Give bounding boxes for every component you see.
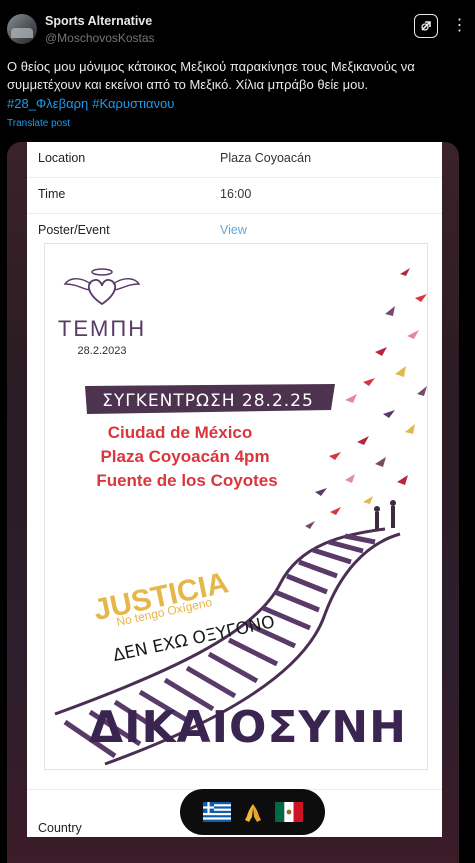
hashtag-link[interactable]: #Καρυστιανου bbox=[92, 96, 174, 111]
form-row-time: Time 16:00 bbox=[27, 178, 442, 214]
row-label: Time bbox=[38, 187, 66, 201]
author-display-name[interactable]: Sports Alternative bbox=[45, 14, 152, 28]
hashtag-link[interactable]: #28_Φλεβαρη bbox=[7, 96, 88, 111]
poster-banner: ΣΥΓΚΕΝΤΡΩΣΗ 28.2.25 bbox=[102, 391, 314, 411]
row-value: Plaza Coyoacán bbox=[220, 151, 312, 165]
folded-hands-icon bbox=[239, 802, 267, 822]
row-label: Poster/Event bbox=[38, 223, 110, 237]
author-handle[interactable]: @MoschovosKostas bbox=[45, 31, 155, 45]
poster-date: 28.2.2023 bbox=[78, 345, 127, 357]
poster-artwork: ΤΕΜΠΗ 28.2.2023 ΣΥΓΚΕΝΤΡΩΣΗ 28.2.25 Ciud… bbox=[54, 268, 427, 766]
grok-icon bbox=[421, 21, 431, 31]
poster-city: Ciudad de México bbox=[108, 423, 253, 442]
mexican-flag-icon bbox=[274, 802, 303, 822]
grok-button[interactable] bbox=[414, 14, 438, 38]
halo-icon bbox=[91, 268, 113, 276]
greek-flag-icon bbox=[202, 802, 231, 822]
people-silhouettes bbox=[374, 500, 396, 530]
post-media[interactable]: Location Plaza Coyoacán Time 16:00 Poste… bbox=[7, 142, 459, 863]
heart-wings-icon bbox=[87, 278, 117, 306]
form-screenshot: Location Plaza Coyoacán Time 16:00 Poste… bbox=[27, 142, 442, 837]
view-link: View bbox=[220, 223, 247, 237]
post-header: Sports Alternative @MoschovosKostas ⋮ bbox=[0, 0, 475, 52]
poster-tempi: ΤΕΜΠΗ bbox=[58, 316, 146, 341]
avatar[interactable] bbox=[7, 14, 37, 44]
poster-image: ΤΕΜΠΗ 28.2.2023 ΣΥΓΚΕΝΤΡΩΣΗ 28.2.25 Ciud… bbox=[44, 243, 428, 770]
tweet-text: Ο θείος μου μόνιμος κάτοικος Μεξικού παρ… bbox=[7, 59, 415, 92]
more-options-icon[interactable]: ⋮ bbox=[451, 14, 468, 36]
row-label: Location bbox=[38, 151, 86, 165]
form-row-location: Location Plaza Coyoacán bbox=[27, 142, 442, 178]
translate-post-link[interactable]: Translate post bbox=[7, 118, 70, 129]
row-value: 16:00 bbox=[220, 187, 252, 201]
row-label: Country bbox=[38, 821, 82, 835]
emoji-reaction-bar bbox=[180, 789, 325, 835]
poster-plaza: Plaza Coyoacán 4pm bbox=[100, 447, 269, 466]
poster-dikaiosyni: ΔΙΚΑΙΟΣΥΝΗ bbox=[89, 702, 407, 753]
poster-fuente: Fuente de los Coyotes bbox=[96, 471, 277, 490]
hashtags: #28_Φλεβαρη #Καρυστιανου bbox=[7, 96, 178, 111]
